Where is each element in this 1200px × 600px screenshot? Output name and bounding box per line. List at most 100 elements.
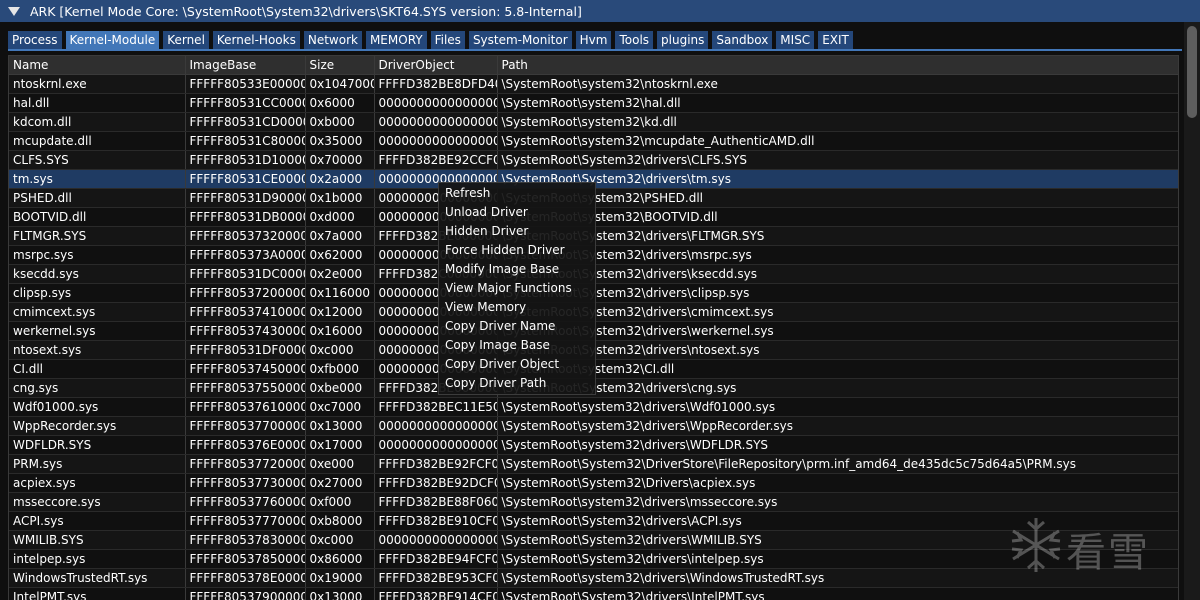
cell-driverobject: 0000000000000000 <box>374 530 498 550</box>
tab-kernel[interactable]: Kernel <box>163 31 209 49</box>
table-row[interactable]: ACPI.sys FFFFF80537770000 0xb8000 FFFFD382B… <box>9 511 1178 531</box>
table-row[interactable]: CLFS.SYS FFFFF80531D10000 0x70000 FFFFD382B… <box>9 150 1178 170</box>
column-header-name[interactable]: Name <box>9 56 186 75</box>
cell-imagebase: FFFFF805373A0000 <box>185 245 306 265</box>
cell-imagebase: FFFFF80537830000 <box>185 530 306 550</box>
column-header-imagebase[interactable]: ImageBase <box>185 56 306 75</box>
table-row[interactable]: mcupdate.dll FFFFF80531C80000 0x35000 00000… <box>9 131 1178 151</box>
table-header-row: Name ImageBase Size DriverObject Path <box>9 56 1178 75</box>
cell-path: \SystemRoot\system32\mcupdate_AuthenticA… <box>497 131 1178 151</box>
cell-size: 0x6000 <box>305 93 375 113</box>
cell-driverobject: 0000000000000000 <box>374 93 498 113</box>
tab-process[interactable]: Process <box>8 31 62 49</box>
table-row[interactable]: IntelPMT.sys FFFFF80537900000 0x13000 FFFFD… <box>9 587 1178 600</box>
cell-name: intelpep.sys <box>9 549 186 569</box>
watermark: 看雪 <box>1008 512 1188 578</box>
menu-item-view-major-functions[interactable]: View Major Functions <box>439 279 595 298</box>
menu-item-copy-driver-name[interactable]: Copy Driver Name <box>439 317 595 336</box>
cell-path: \SystemRoot\system32\drivers\WppRecorder… <box>497 416 1178 436</box>
cell-imagebase: FFFFF80537850000 <box>185 549 306 569</box>
cell-size: 0x16000 <box>305 321 375 341</box>
table-row[interactable]: PRM.sys FFFFF80537720000 0xe000 FFFFD382BE9… <box>9 454 1178 474</box>
menu-item-unload-driver[interactable]: Unload Driver <box>439 203 595 222</box>
cell-path: \SystemRoot\System32\drivers\FLTMGR.SYS <box>497 226 1178 246</box>
menu-item-force-hidden-driver[interactable]: Force Hidden Driver <box>439 241 595 260</box>
cell-path: \SystemRoot\system32\kd.dll <box>497 112 1178 132</box>
tab-files[interactable]: Files <box>430 31 465 49</box>
tab-misc[interactable]: MISC <box>776 31 815 49</box>
menu-item-modify-image-base[interactable]: Modify Image Base <box>439 260 595 279</box>
tab-hvm[interactable]: Hvm <box>575 31 612 49</box>
table-row[interactable]: WindowsTrustedRT.sys FFFFF805378E0000 0x19… <box>9 568 1178 588</box>
cell-imagebase: FFFFF80537760000 <box>185 492 306 512</box>
column-header-driverobject[interactable]: DriverObject <box>374 56 498 75</box>
tab-exit[interactable]: EXIT <box>818 31 853 49</box>
cell-imagebase: FFFFF80537450000 <box>185 359 306 379</box>
cell-size: 0x27000 <box>305 473 375 493</box>
cell-driverobject: FFFFD382BE910CF0 <box>374 511 498 531</box>
cell-driverobject: FFFFD382BE92FCF0 <box>374 454 498 474</box>
cell-imagebase: FFFFF80537700000 <box>185 416 306 436</box>
cell-size: 0x7a000 <box>305 226 375 246</box>
column-header-size[interactable]: Size <box>305 56 375 75</box>
cell-name: PSHED.dll <box>9 188 186 208</box>
cell-name: werkernel.sys <box>9 321 186 341</box>
cell-driverobject: 0000000000000000 <box>374 435 498 455</box>
cell-path: \SystemRoot\System32\drivers\clipsp.sys <box>497 283 1178 303</box>
tab-sandbox[interactable]: Sandbox <box>712 31 773 49</box>
cell-imagebase: FFFFF80531CC0000 <box>185 93 306 113</box>
tab-memory[interactable]: MEMORY <box>365 31 427 49</box>
cell-imagebase: FFFFF80537610000 <box>185 397 306 417</box>
tab-kernel-hooks[interactable]: Kernel-Hooks <box>212 31 300 49</box>
table-row[interactable]: WppRecorder.sys FFFFF80537700000 0x13000 00… <box>9 416 1178 436</box>
menu-item-refresh[interactable]: Refresh <box>439 184 595 203</box>
table-row[interactable]: intelpep.sys FFFFF80537850000 0x86000 FFFFD… <box>9 549 1178 569</box>
cell-path: \SystemRoot\System32\drivers\ksecdd.sys <box>497 264 1178 284</box>
menu-item-copy-driver-object[interactable]: Copy Driver Object <box>439 355 595 374</box>
cell-path: \SystemRoot\System32\drivers\CLFS.SYS <box>497 150 1178 170</box>
cell-path: \SystemRoot\System32\Drivers\acpiex.sys <box>497 473 1178 493</box>
menu-item-copy-driver-path[interactable]: Copy Driver Path <box>439 374 595 393</box>
menu-item-hidden-driver[interactable]: Hidden Driver <box>439 222 595 241</box>
cell-name: ksecdd.sys <box>9 264 186 284</box>
menu-item-view-memory[interactable]: View Memory <box>439 298 595 317</box>
column-header-path[interactable]: Path <box>497 56 1178 75</box>
table-row[interactable]: ntoskrnl.exe FFFFF80533E00000 0x1047000 FFF… <box>9 74 1178 94</box>
cell-size: 0x13000 <box>305 587 375 600</box>
cell-imagebase: FFFFF80537720000 <box>185 454 306 474</box>
table-row[interactable]: kdcom.dll FFFFF80531CD0000 0xb000 000000000… <box>9 112 1178 132</box>
cell-driverobject: FFFFD382BEC11E50 <box>374 397 498 417</box>
cell-path: \SystemRoot\System32\drivers\tm.sys <box>497 169 1178 189</box>
cell-name: WindowsTrustedRT.sys <box>9 568 186 588</box>
tab-underline <box>8 49 1182 51</box>
cell-path: \SystemRoot\System32\drivers\msrpc.sys <box>497 245 1178 265</box>
collapse-triangle-icon[interactable] <box>8 6 20 16</box>
cell-size: 0x62000 <box>305 245 375 265</box>
tab-tools[interactable]: Tools <box>615 31 654 49</box>
tab-kernel-module[interactable]: Kernel-Module <box>65 31 160 49</box>
cell-path: \SystemRoot\System32\DriverStore\FileRep… <box>497 454 1178 474</box>
table-row[interactable]: msseccore.sys FFFFF80537760000 0xf000 FFFFD… <box>9 492 1178 512</box>
cell-imagebase: FFFFF80531DC0000 <box>185 264 306 284</box>
tab-plugins[interactable]: plugins <box>657 31 709 49</box>
cell-name: hal.dll <box>9 93 186 113</box>
table-row[interactable]: WDFLDR.SYS FFFFF805376E0000 0x17000 0000000… <box>9 435 1178 455</box>
cell-path: \SystemRoot\System32\drivers\ntosext.sys <box>497 340 1178 360</box>
menu-item-copy-image-base[interactable]: Copy Image Base <box>439 336 595 355</box>
scrollbar-thumb[interactable] <box>1187 26 1197 118</box>
cell-imagebase: FFFFF80537200000 <box>185 283 306 303</box>
cell-path: \SystemRoot\system32\drivers\WDFLDR.SYS <box>497 435 1178 455</box>
cell-path: \SystemRoot\System32\drivers\cmimcext.sy… <box>497 302 1178 322</box>
cell-name: kdcom.dll <box>9 112 186 132</box>
cell-size: 0x86000 <box>305 549 375 569</box>
table-row[interactable]: acpiex.sys FFFFF80537730000 0x27000 FFFFD38… <box>9 473 1178 493</box>
table-row[interactable]: WMILIB.SYS FFFFF80537830000 0xc000 00000000… <box>9 530 1178 550</box>
cell-size: 0x70000 <box>305 150 375 170</box>
cell-path: \SystemRoot\System32\drivers\IntelPMT.sy… <box>497 587 1178 600</box>
tab-network[interactable]: Network <box>303 31 362 49</box>
table-row[interactable]: Wdf01000.sys FFFFF80537610000 0xc7000 FFFFD… <box>9 397 1178 417</box>
tab-system-monitor[interactable]: System-Monitor <box>468 31 572 49</box>
table-row[interactable]: hal.dll FFFFF80531CC0000 0x6000 00000000000… <box>9 93 1178 113</box>
cell-name: IntelPMT.sys <box>9 587 186 600</box>
cell-driverobject: FFFFD382BE92DCF0 <box>374 473 498 493</box>
